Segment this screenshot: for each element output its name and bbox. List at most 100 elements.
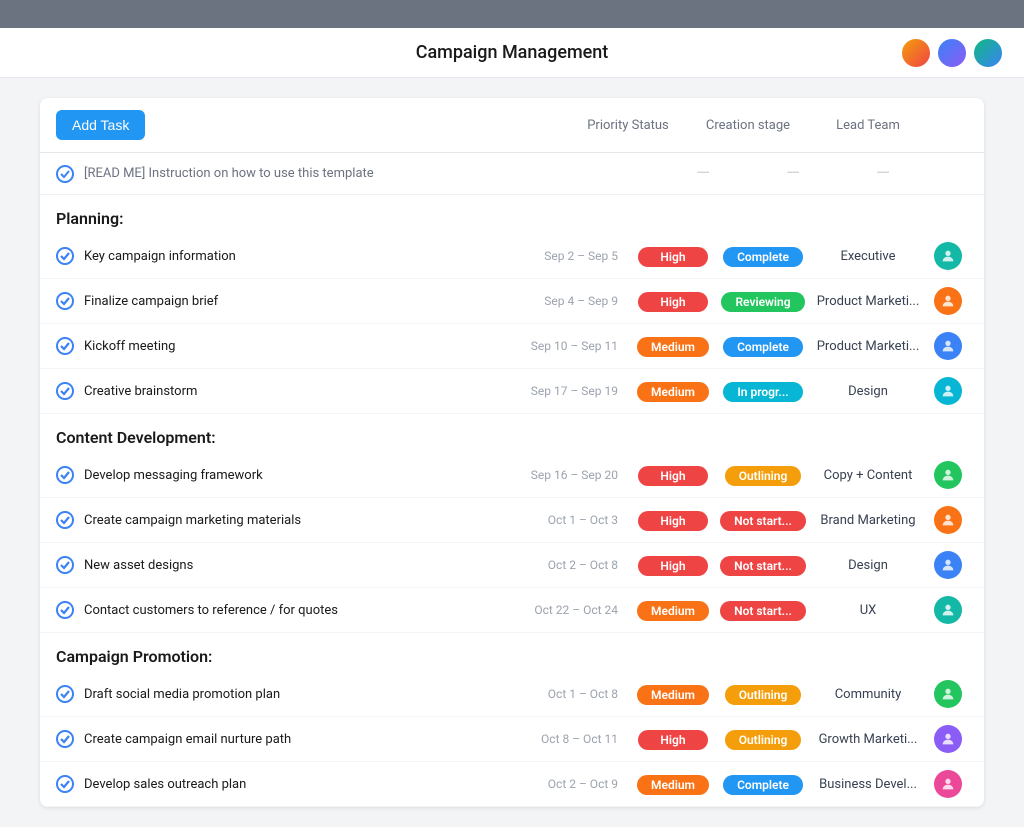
readme-dash-1: — [658,163,748,184]
priority-cell: Medium [628,381,718,402]
task-check [56,556,74,574]
task-date: Oct 8 – Oct 11 [508,732,618,746]
priority-cell: Medium [628,336,718,357]
task-avatar [934,377,962,405]
task-row[interactable]: Create campaign email nurture path Oct 8… [40,717,984,762]
status-badge: Outlining [725,466,802,486]
status-badge: Reviewing [721,292,804,312]
priority-cell: High [628,510,718,531]
task-row[interactable]: New asset designs Oct 2 – Oct 8 High Not… [40,543,984,588]
task-name: Develop sales outreach plan [84,777,508,792]
task-name: Contact customers to reference / for quo… [84,603,508,618]
task-avatar [934,242,962,270]
priority-cell: Medium [628,774,718,795]
task-date: Sep 10 – Sep 11 [508,339,618,353]
task-row[interactable]: Contact customers to reference / for quo… [40,588,984,633]
task-table: Add Task Priority Status Creation stage … [40,98,984,807]
priority-badge: High [638,247,708,267]
lead-team-cell: Design [808,384,928,399]
avatar-cell [928,287,968,315]
task-name: Finalize campaign brief [84,294,508,309]
priority-badge: Medium [637,382,709,402]
task-check [56,247,74,265]
readme-cols: — — — [658,163,968,184]
status-badge: Not start... [720,511,806,531]
task-avatar [934,596,962,624]
lead-team-cell: Community [808,687,928,702]
lead-team-cell: Copy + Content [808,468,928,483]
status-badge: Complete [723,775,803,795]
readme-dash-3: — [838,163,928,184]
readme-text: [READ ME] Instruction on how to use this… [84,166,374,181]
lead-team-cell: Business Devel... [808,777,928,792]
task-avatar [934,332,962,360]
priority-badge: High [638,466,708,486]
priority-cell: High [628,291,718,312]
task-date: Oct 2 – Oct 8 [508,558,618,572]
task-row[interactable]: Develop sales outreach plan Oct 2 – Oct … [40,762,984,807]
priority-cell: High [628,246,718,267]
avatar-cell [928,680,968,708]
task-name: New asset designs [84,558,508,573]
task-avatar [934,551,962,579]
status-cell: Reviewing [718,291,808,312]
task-row[interactable]: Create campaign marketing materials Oct … [40,498,984,543]
main-content: Add Task Priority Status Creation stage … [0,78,1024,827]
status-badge: Not start... [720,556,806,576]
status-badge: Outlining [725,685,802,705]
task-row[interactable]: Creative brainstorm Sep 17 – Sep 19 Medi… [40,369,984,414]
avatar-cell [928,332,968,360]
priority-badge: Medium [637,601,709,621]
status-cell: Complete [718,246,808,267]
status-badge: Complete [723,337,803,357]
readme-row: [READ ME] Instruction on how to use this… [40,153,984,195]
priority-badge: High [638,730,708,750]
task-avatar [934,287,962,315]
top-bar [0,0,1024,28]
avatar-cell [928,377,968,405]
task-name: Creative brainstorm [84,384,508,399]
status-cell: Outlining [718,729,808,750]
task-name: Create campaign email nurture path [84,732,508,747]
status-badge: Not start... [720,601,806,621]
task-row[interactable]: Key campaign information Sep 2 – Sep 5 H… [40,234,984,279]
status-cell: Not start... [718,555,808,576]
avatar-2 [936,37,968,69]
task-date: Oct 2 – Oct 9 [508,777,618,791]
status-cell: Complete [718,774,808,795]
task-name: Develop messaging framework [84,468,508,483]
col-header-creation: Creation stage [688,118,808,133]
avatar-cell [928,596,968,624]
task-row[interactable]: Develop messaging framework Sep 16 – Sep… [40,453,984,498]
task-row[interactable]: Kickoff meeting Sep 10 – Sep 11 Medium C… [40,324,984,369]
task-date: Oct 1 – Oct 8 [508,687,618,701]
task-date: Sep 16 – Sep 20 [508,468,618,482]
task-name: Create campaign marketing materials [84,513,508,528]
readme-check [56,165,74,183]
lead-team-cell: Brand Marketing [808,513,928,528]
priority-badge: Medium [637,337,709,357]
priority-badge: Medium [637,685,709,705]
task-date: Sep 17 – Sep 19 [508,384,618,398]
toolbar-right: Priority Status Creation stage Lead Team [568,118,968,133]
task-date: Sep 4 – Sep 9 [508,294,618,308]
task-check [56,601,74,619]
priority-cell: Medium [628,684,718,705]
priority-cell: Medium [628,600,718,621]
task-avatar [934,506,962,534]
add-task-button[interactable]: Add Task [56,110,145,140]
task-row[interactable]: Finalize campaign brief Sep 4 – Sep 9 Hi… [40,279,984,324]
readme-dash-2: — [748,163,838,184]
task-row[interactable]: Draft social media promotion plan Oct 1 … [40,672,984,717]
col-header-lead: Lead Team [808,118,928,133]
lead-team-cell: UX [808,603,928,618]
task-check [56,382,74,400]
section-header-0: Planning: [40,195,984,234]
task-avatar [934,461,962,489]
header-avatars [900,37,1004,69]
priority-badge: Medium [637,775,709,795]
task-date: Oct 1 – Oct 3 [508,513,618,527]
status-cell: Not start... [718,600,808,621]
task-date: Oct 22 – Oct 24 [508,603,618,617]
task-check [56,685,74,703]
